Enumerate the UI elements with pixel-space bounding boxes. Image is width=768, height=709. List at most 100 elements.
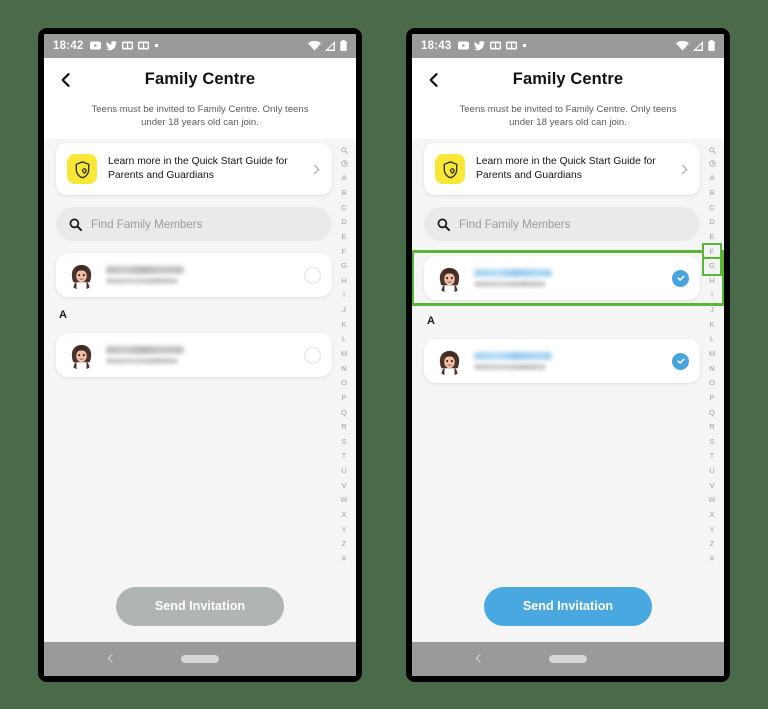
index-letter[interactable]: A [336,171,352,186]
back-chevron-icon[interactable] [426,72,442,88]
search-input[interactable]: Find Family Members [424,207,700,242]
index-letter[interactable]: G [336,259,352,274]
index-letter[interactable]: C [704,201,720,216]
index-letter[interactable]: S [336,435,352,450]
table-row[interactable] [424,256,700,301]
index-letter[interactable]: D [704,215,720,230]
send-invitation-button[interactable]: Send Invitation [116,586,284,626]
contact-row-wrapper [56,253,332,298]
nav-back-icon[interactable] [106,654,115,663]
index-letter[interactable]: Z [704,537,720,552]
index-recent-icon[interactable] [704,158,720,171]
index-letter[interactable]: R [704,420,720,435]
page-title: Family Centre [144,70,256,88]
contact-name-block [106,346,294,365]
index-letter[interactable]: U [704,464,720,479]
index-letter[interactable]: I [336,288,352,303]
footer-actions: Send Invitation [44,586,356,642]
index-letter[interactable]: Y [336,523,352,538]
page-subtitle: Teens must be invited to Family Centre. … [412,101,724,140]
page-title: Family Centre [512,70,624,88]
wifi-icon [676,40,689,51]
index-search-icon[interactable] [704,145,720,158]
search-input[interactable]: Find Family Members [56,207,332,242]
table-row[interactable] [56,253,332,298]
index-letter[interactable]: V [336,479,352,494]
index-letter[interactable]: Y [704,523,720,538]
index-recent-icon[interactable] [336,158,352,171]
table-row[interactable] [424,339,700,384]
status-bar-notification-icons [90,40,159,51]
index-letter[interactable]: Q [704,406,720,421]
index-letter-highlighted[interactable]: F [702,242,722,262]
nav-home-pill[interactable] [181,654,219,663]
contact-row-wrapper [424,339,700,384]
status-bar-time: 18:43 [421,39,452,52]
index-letter[interactable]: S [704,435,720,450]
index-letter[interactable]: K [336,318,352,333]
index-letter[interactable]: A [704,171,720,186]
index-letter[interactable]: # [704,552,720,567]
index-letter[interactable]: E [704,230,720,245]
status-bar-system-icons [308,40,347,51]
index-letter[interactable]: U [336,464,352,479]
index-letter[interactable]: P [336,391,352,406]
send-invitation-button[interactable]: Send Invitation [484,586,652,626]
back-chevron-icon[interactable] [58,72,74,88]
index-letter[interactable]: M [704,347,720,362]
index-letter[interactable]: B [704,186,720,201]
index-letter[interactable]: V [704,479,720,494]
index-letter[interactable]: M [336,347,352,362]
quick-start-guide-card[interactable]: Learn more in the Quick Start Guide for … [424,143,700,196]
index-letter[interactable]: X [336,508,352,523]
select-checkbox[interactable] [304,346,321,364]
nav-home-pill[interactable] [549,654,587,663]
index-letter[interactable]: B [336,186,352,201]
index-letter[interactable]: K [704,318,720,333]
index-letter[interactable]: Z [336,537,352,552]
index-letter[interactable]: T [704,449,720,464]
index-search-icon[interactable] [336,145,352,158]
index-letter[interactable]: J [336,303,352,318]
index-letter[interactable]: N [336,362,352,377]
status-bar: 18:42 [44,33,356,58]
screenshot-icon [138,41,150,50]
index-letter[interactable]: H [336,274,352,289]
index-letter[interactable]: # [336,552,352,567]
index-letter[interactable]: F [336,245,352,260]
index-letter-highlighted[interactable]: G [702,257,722,276]
index-letter[interactable]: I [704,288,720,303]
select-checkbox-checked[interactable] [672,269,689,287]
index-letter[interactable]: W [336,493,352,508]
index-letter[interactable]: N [704,362,720,377]
index-letter[interactable]: W [704,493,720,508]
index-letter[interactable]: E [336,230,352,245]
index-letter[interactable]: T [336,449,352,464]
index-letter[interactable]: H [704,274,720,289]
alphabet-index[interactable]: A B C D E F G H I J K L M N O P Q R S T … [336,145,352,566]
dot-icon [523,43,527,48]
index-letter[interactable]: J [704,303,720,318]
index-letter[interactable]: P [704,391,720,406]
quick-start-guide-card[interactable]: Learn more in the Quick Start Guide for … [56,143,332,196]
index-letter[interactable]: C [336,201,352,216]
nav-back-icon[interactable] [474,654,483,663]
alphabet-index[interactable]: A B C D E F G H I J K L M N O P Q R S T … [702,145,722,567]
select-checkbox-checked[interactable] [672,352,689,370]
signal-icon [325,40,335,51]
select-checkbox[interactable] [304,266,321,284]
signal-icon [693,40,703,51]
index-letter[interactable]: R [336,420,352,435]
contact-display-name-redacted [474,269,552,278]
page-subtitle: Teens must be invited to Family Centre. … [44,101,356,140]
index-letter[interactable]: X [704,508,720,523]
index-letter[interactable]: L [336,332,352,347]
table-row[interactable] [56,333,332,378]
index-letter[interactable]: L [704,332,720,347]
index-letter[interactable]: O [704,376,720,391]
content-area: A B C D E F G H I J K L M N O P Q R S T … [412,139,724,587]
index-letter[interactable]: D [336,215,352,230]
snapchat-family-shield-icon [67,154,97,185]
index-letter[interactable]: Q [336,406,352,421]
index-letter[interactable]: O [336,376,352,391]
